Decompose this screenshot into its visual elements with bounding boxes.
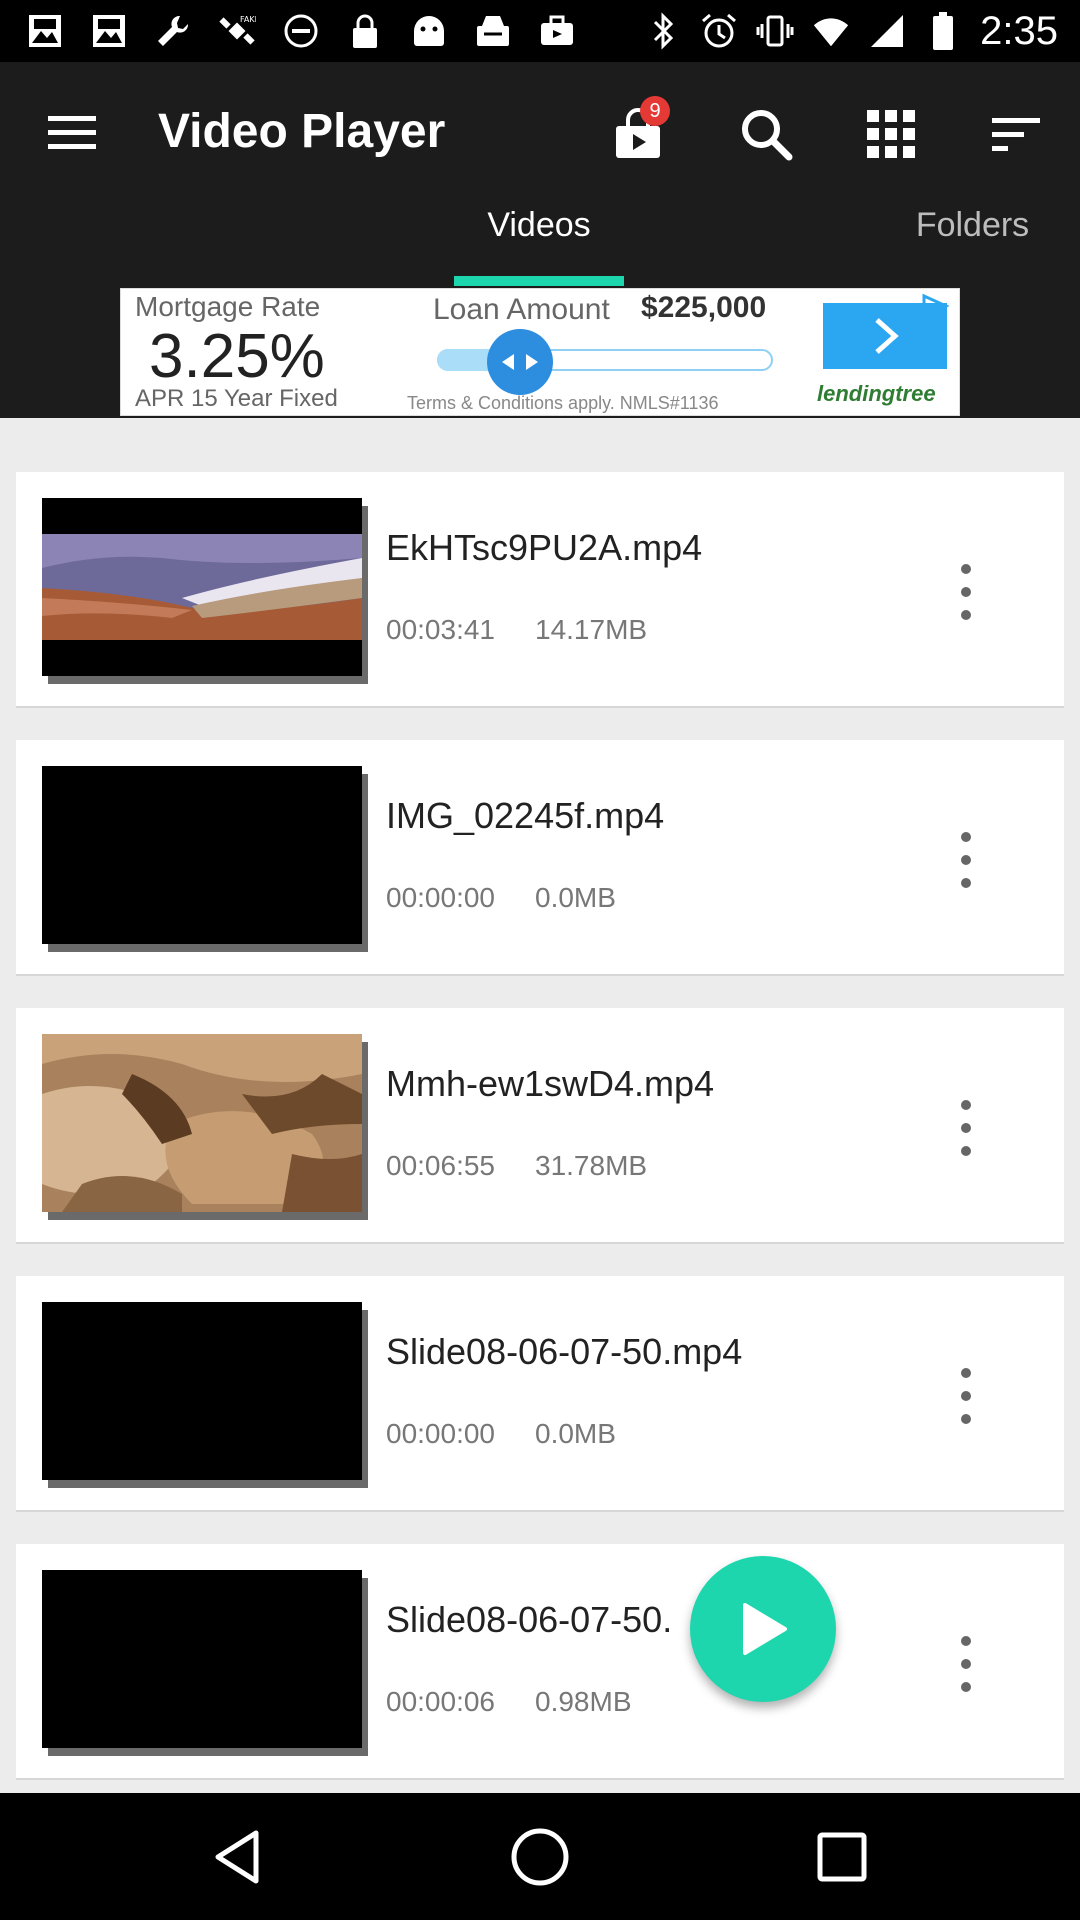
svg-text:FAKE: FAKE	[240, 15, 256, 24]
ad-rate: 3.25%	[149, 322, 325, 391]
video-duration: 00:00:00	[386, 882, 495, 913]
alarm-icon	[700, 10, 738, 52]
clock: 2:35	[980, 9, 1058, 53]
vibrate-icon	[756, 10, 794, 52]
ad-loan-label: Loan Amount	[433, 293, 610, 326]
video-size: 31.78MB	[535, 1150, 648, 1181]
video-thumbnail[interactable]	[42, 498, 362, 676]
ad-terms: Terms & Conditions apply. NMLS#1136	[407, 393, 719, 413]
recents-button[interactable]	[800, 1815, 884, 1899]
lock-icon	[346, 10, 384, 52]
video-thumbnail[interactable]	[42, 1570, 362, 1748]
video-thumbnail[interactable]	[42, 766, 362, 944]
ad-loan-amount: $225,000	[641, 291, 767, 324]
video-title[interactable]: Slide08-06-07-50.mp4	[386, 1330, 742, 1374]
adchoices-icon[interactable]	[915, 291, 955, 321]
video-size: 0.0MB	[535, 1418, 616, 1449]
ad-apr-text: APR 15 Year Fixed	[135, 385, 338, 412]
more-options-button[interactable]	[946, 560, 986, 624]
list-item[interactable]: EkHTsc9PU2A.mp4 00:03:41 14.17MB	[16, 472, 1064, 708]
play-icon	[743, 1603, 787, 1655]
search-icon	[742, 110, 793, 161]
more-options-button[interactable]	[946, 1096, 986, 1160]
video-meta: 00:00:00 0.0MB	[386, 1416, 616, 1452]
status-bar: FAKE	[0, 0, 1080, 62]
video-duration: 00:06:55	[386, 1150, 495, 1181]
home-icon	[511, 1828, 569, 1886]
notification-icons: FAKE	[26, 10, 576, 52]
video-size: 0.0MB	[535, 882, 616, 913]
ad-slider-knob[interactable]	[487, 329, 553, 395]
video-title[interactable]: EkHTsc9PU2A.mp4	[386, 526, 702, 570]
wrench-icon	[154, 10, 192, 52]
navigation-bar	[0, 1793, 1080, 1920]
list-item[interactable]: Slide08-06-07-50. 00:00:06 0.98MB	[16, 1544, 1064, 1780]
system-icons: 2:35	[644, 8, 1058, 54]
play-fab-button[interactable]	[690, 1556, 836, 1702]
sort-icon	[992, 118, 1040, 151]
video-thumbnail[interactable]	[42, 1034, 362, 1212]
video-size: 14.17MB	[535, 614, 648, 645]
android-icon	[410, 10, 448, 52]
recents-icon	[817, 1832, 867, 1882]
video-title[interactable]: IMG_02245f.mp4	[386, 794, 664, 838]
signal-icon	[868, 10, 906, 52]
video-thumbnail[interactable]	[42, 1302, 362, 1480]
app-bar: Video Player 9 Videos Folders	[0, 62, 1080, 288]
list-item[interactable]: Slide08-06-07-50.mp4 00:00:00 0.0MB	[16, 1276, 1064, 1512]
back-button[interactable]	[196, 1815, 280, 1899]
briefcase-icon	[538, 10, 576, 52]
video-duration: 00:03:41	[386, 614, 495, 645]
tab-videos[interactable]: Videos	[454, 198, 624, 288]
image-icon	[90, 10, 128, 52]
video-duration: 00:00:06	[386, 1686, 495, 1717]
image-icon	[26, 10, 64, 52]
menu-button[interactable]	[42, 102, 102, 162]
ad-brand-logo: lendingtree	[817, 381, 936, 406]
ad-banner[interactable]: Mortgage Rate 3.25% APR 15 Year Fixed Lo…	[120, 288, 960, 416]
hamburger-icon	[48, 116, 96, 149]
list-item[interactable]: Mmh-ew1swD4.mp4 00:06:55 31.78MB	[16, 1008, 1064, 1244]
video-size: 0.98MB	[535, 1686, 632, 1717]
home-button[interactable]	[498, 1815, 582, 1899]
video-title[interactable]: Slide08-06-07-50.	[386, 1598, 672, 1642]
sort-button[interactable]	[980, 98, 1052, 170]
video-meta: 00:06:55 31.78MB	[386, 1148, 647, 1184]
more-options-button[interactable]	[946, 828, 986, 892]
video-meta: 00:00:00 0.0MB	[386, 880, 616, 916]
do-not-disturb-icon	[282, 10, 320, 52]
video-list: EkHTsc9PU2A.mp4 00:03:41 14.17MB IMG_022…	[0, 418, 1080, 1793]
wifi-icon	[812, 10, 850, 52]
left-right-arrows-icon	[502, 354, 538, 370]
battery-icon	[924, 10, 962, 52]
inbox-icon	[474, 10, 512, 52]
page-title: Video Player	[158, 105, 446, 158]
active-tab-indicator	[454, 276, 624, 286]
chevron-right-icon	[875, 318, 899, 354]
search-button[interactable]	[730, 98, 802, 170]
grid-icon	[867, 110, 915, 158]
bluetooth-icon	[644, 10, 682, 52]
satellite-icon: FAKE	[218, 10, 256, 52]
more-options-button[interactable]	[946, 1632, 986, 1696]
list-item[interactable]: IMG_02245f.mp4 00:00:00 0.0MB	[16, 740, 1064, 976]
back-icon	[215, 1830, 259, 1884]
video-meta: 00:00:06 0.98MB	[386, 1684, 632, 1720]
video-duration: 00:00:00	[386, 1418, 495, 1449]
ad-container: Mortgage Rate 3.25% APR 15 Year Fixed Lo…	[0, 288, 1080, 418]
video-meta: 00:03:41 14.17MB	[386, 612, 647, 648]
notification-badge: 9	[640, 96, 670, 126]
grid-view-button[interactable]	[855, 98, 927, 170]
tab-folders[interactable]: Folders	[900, 198, 1045, 288]
ad-mortgage-label: Mortgage Rate	[135, 291, 321, 322]
gift-button[interactable]: 9	[602, 96, 674, 170]
more-options-button[interactable]	[946, 1364, 986, 1428]
video-title[interactable]: Mmh-ew1swD4.mp4	[386, 1062, 714, 1106]
